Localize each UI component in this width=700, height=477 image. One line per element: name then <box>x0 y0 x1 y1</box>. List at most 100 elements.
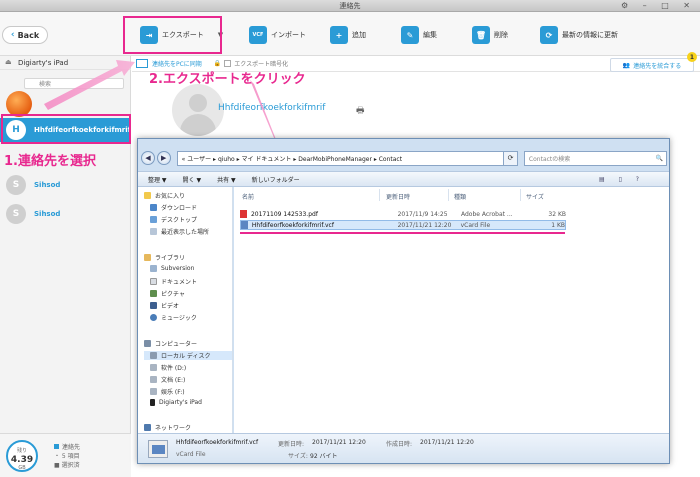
nav-network[interactable]: ネットワーク <box>144 423 191 432</box>
contact-name: Sihsod <box>34 181 61 189</box>
nav-label: ドキュメント <box>161 279 198 286</box>
pdf-file-icon <box>240 210 247 218</box>
details-created-value: 2017/11/21 12:20 <box>420 439 474 446</box>
refresh-icon: ⟳ <box>540 26 558 44</box>
organize-menu[interactable]: 整理 ▼ <box>148 175 167 184</box>
add-contact-icon: + <box>330 26 348 44</box>
nav-label: Subversion <box>161 265 195 272</box>
contact-avatar: S <box>6 204 26 224</box>
address-path-input[interactable]: « ユーザー ▸ qiuho ▸ マイ ドキュメント ▸ DearMobiPho… <box>176 150 505 166</box>
nav-ipad[interactable]: Digiarty's iPad <box>150 399 202 406</box>
column-type[interactable]: 種類 <box>454 192 466 201</box>
nav-local-disk[interactable]: ローカル ディスク <box>144 351 232 360</box>
documents-icon <box>150 278 157 285</box>
contact-search-input[interactable]: 検索 <box>24 78 124 89</box>
star-icon <box>144 192 151 199</box>
nav-music[interactable]: ミュージック <box>150 313 197 322</box>
nav-documents[interactable]: ドキュメント <box>150 277 197 286</box>
share-menu[interactable]: 共有 ▼ <box>217 175 236 184</box>
nav-drive-f[interactable]: 娱乐 (F:) <box>150 387 185 396</box>
recent-places-icon <box>150 228 157 235</box>
nav-libraries[interactable]: ライブラリ <box>144 253 185 262</box>
nav-label: Digiarty's iPad <box>159 399 202 406</box>
storage-value: 4.39 <box>10 455 34 465</box>
contact-photo <box>172 84 224 136</box>
nav-drive-e[interactable]: 文档 (E:) <box>150 375 185 384</box>
window-title: 連絡先 <box>339 2 361 10</box>
hard-drive-icon <box>150 376 157 383</box>
details-modified-label: 更新日時: <box>278 441 305 448</box>
file-row[interactable]: 20171109 142533.pdf 2017/11/9 14:25 Adob… <box>240 209 566 219</box>
contact-list-item[interactable]: S Sihsod <box>0 202 131 226</box>
legend-items: ・ 5 項目 <box>54 453 80 460</box>
file-row-selected[interactable]: Hhfdifeorfkoekforkifmrif.vcf 2017/11/21 … <box>240 220 566 230</box>
download-folder-icon <box>150 204 157 211</box>
network-icon <box>144 424 151 431</box>
sync-label[interactable]: 連絡先をPCに同期 <box>152 59 202 68</box>
search-icon: 🔍 <box>655 154 663 162</box>
nav-subversion[interactable]: Subversion <box>150 265 194 272</box>
nav-downloads[interactable]: ダウンロード <box>150 203 197 212</box>
nav-videos[interactable]: ビデオ <box>150 301 179 310</box>
nav-label: 软件 (D:) <box>161 365 187 372</box>
toolbar: ‹ Back ⇥ エクスポート ▼ VCF インポート + 追加 ✎ 編集 🗑 … <box>0 12 700 56</box>
column-divider[interactable] <box>520 189 521 201</box>
file-size: 1 KB <box>551 221 565 229</box>
nav-desktop[interactable]: デスクトップ <box>150 215 197 224</box>
eject-icon[interactable]: ⏏ <box>5 58 12 66</box>
nav-computer[interactable]: コンピューター <box>144 339 197 348</box>
encrypt-label: エクスポート暗号化 <box>234 61 289 68</box>
file-highlight-underline <box>240 232 565 234</box>
column-size[interactable]: サイズ <box>526 192 544 201</box>
nav-label: 最近表示した場所 <box>161 229 210 236</box>
address-bar-row: ◀ ▶ « ユーザー ▸ qiuho ▸ マイ ドキュメント ▸ DearMob… <box>141 147 667 169</box>
back-label: Back <box>17 30 40 40</box>
column-divider[interactable] <box>448 189 449 201</box>
merge-contacts-button[interactable]: 👥 連絡先を統合する <box>610 58 694 72</box>
person-body-shape <box>180 114 216 136</box>
storage-gauge: 残り 4.39 GB <box>6 440 38 472</box>
add-button[interactable]: + 追加 <box>330 22 366 48</box>
nav-recent[interactable]: 最近表示した場所 <box>150 227 209 236</box>
encrypt-checkbox[interactable] <box>224 60 232 67</box>
nav-favorites[interactable]: お気に入り <box>144 191 185 200</box>
device-row[interactable]: ⏏ Digiarty's iPad <box>0 56 131 70</box>
column-divider[interactable] <box>379 189 380 201</box>
nav-label: コンピューター <box>155 341 198 348</box>
folder-search-input[interactable]: Contactの検索 🔍 <box>523 150 667 166</box>
device-name: Digiarty's iPad <box>18 58 69 67</box>
window-controls[interactable]: ⚙ – □ ✕ <box>621 1 696 10</box>
column-name[interactable]: 名前 <box>242 192 254 201</box>
nav-label: ミュージック <box>161 315 197 322</box>
forward-arrow-icon[interactable]: ▶ <box>156 151 171 165</box>
file-name: Hhfdifeorfkoekforkifmrif.vcf <box>251 221 334 229</box>
command-bar: 整理 ▼ 開く ▼ 共有 ▼ 新しいフォルダー ▤ ▯ ? <box>138 171 669 187</box>
video-icon <box>150 302 157 309</box>
open-menu[interactable]: 開く ▼ <box>183 175 202 184</box>
new-folder-button[interactable]: 新しいフォルダー <box>252 175 300 184</box>
vcard-file-icon <box>148 440 168 458</box>
delete-button[interactable]: 🗑 削除 <box>472 22 508 48</box>
legend-selected: ■ 選択済 <box>54 462 80 469</box>
nav-drive-d[interactable]: 软件 (D:) <box>150 363 186 372</box>
import-button[interactable]: VCF インポート <box>249 22 306 48</box>
lock-icon: 🔒 <box>213 60 222 67</box>
column-date[interactable]: 更新日時 <box>386 192 410 201</box>
contact-list-item[interactable]: S Sihsod <box>0 173 131 197</box>
folder-search-placeholder: Contactの検索 <box>528 155 571 163</box>
refresh-label: 最新の情報に更新 <box>562 31 618 39</box>
view-options-icons[interactable]: ▤ ▯ ? <box>599 176 645 183</box>
chevron-left-icon: ‹ <box>10 30 15 40</box>
file-list-pane: 名前 更新日時 種類 サイズ 20171109 142533.pdf 2017/… <box>234 187 669 433</box>
merge-count-badge: 1 <box>687 52 697 62</box>
back-arrow-icon[interactable]: ◀ <box>141 151 155 165</box>
nav-pictures[interactable]: ピクチャ <box>150 289 185 298</box>
computer-icon <box>144 340 151 347</box>
refresh-button[interactable]: ⟳ 最新の情報に更新 <box>540 22 618 48</box>
file-explorer-window: ◀ ▶ « ユーザー ▸ qiuho ▸ マイ ドキュメント ▸ DearMob… <box>137 138 670 464</box>
address-refresh-icon[interactable]: ⟳ <box>504 150 518 166</box>
printer-icon[interactable]: 🖶 <box>356 103 365 119</box>
desktop-icon <box>150 216 157 223</box>
edit-button[interactable]: ✎ 編集 <box>401 22 437 48</box>
back-button[interactable]: ‹ Back <box>2 26 48 44</box>
